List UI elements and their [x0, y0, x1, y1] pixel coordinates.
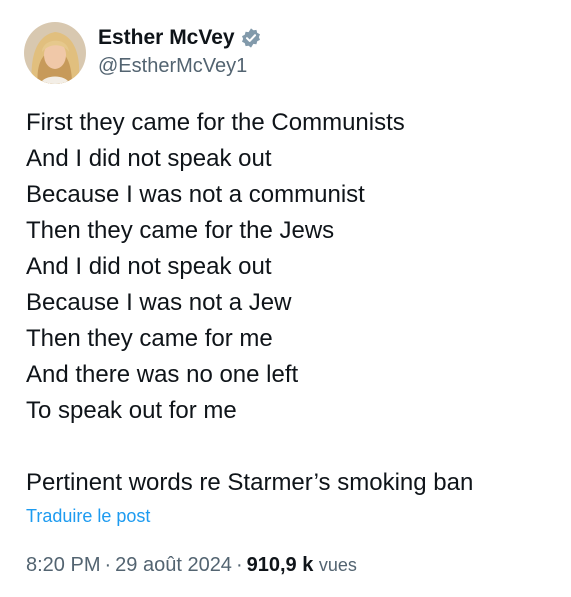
views-count[interactable]: 910,9 k [247, 554, 314, 576]
handle[interactable]: @EstherMcVey1 [98, 55, 262, 78]
post-meta: 8:20 PM · 29 août 2024 · 910,9 k vues [26, 554, 357, 577]
post-line: Because I was not a communist [26, 181, 365, 208]
tweet: Esther McVey @EstherMcVey1 First they ca… [0, 0, 571, 597]
post-text: First they came for the Communists And I… [26, 105, 556, 501]
translate-post-link[interactable]: Traduire le post [26, 506, 150, 527]
post-line: First they came for the Communists [26, 109, 405, 136]
display-name[interactable]: Esther McVey [98, 26, 235, 50]
post-line: And there was no one left [26, 361, 299, 388]
verified-badge-icon[interactable] [240, 27, 262, 49]
post-line: Because I was not a Jew [26, 289, 292, 316]
post-line: To speak out for me [26, 397, 237, 424]
avatar[interactable] [24, 22, 86, 84]
meta-separator: · [104, 554, 112, 576]
post-line: Then they came for me [26, 325, 273, 352]
name-row: Esther McVey [98, 24, 262, 52]
post-line-blank [26, 429, 556, 465]
author-info: Esther McVey @EstherMcVey1 [98, 24, 262, 78]
meta-separator: · [235, 554, 243, 576]
post-time[interactable]: 8:20 PM [26, 554, 100, 576]
post-line: Then they came for the Jews [26, 217, 335, 244]
views-label: vues [318, 555, 357, 575]
post-date[interactable]: 29 août 2024 [115, 554, 232, 576]
post-line: Pertinent words re Starmer’s smoking ban [26, 469, 474, 496]
post-line: And I did not speak out [26, 145, 272, 172]
post-line: And I did not speak out [26, 253, 272, 280]
avatar-image [24, 22, 86, 84]
